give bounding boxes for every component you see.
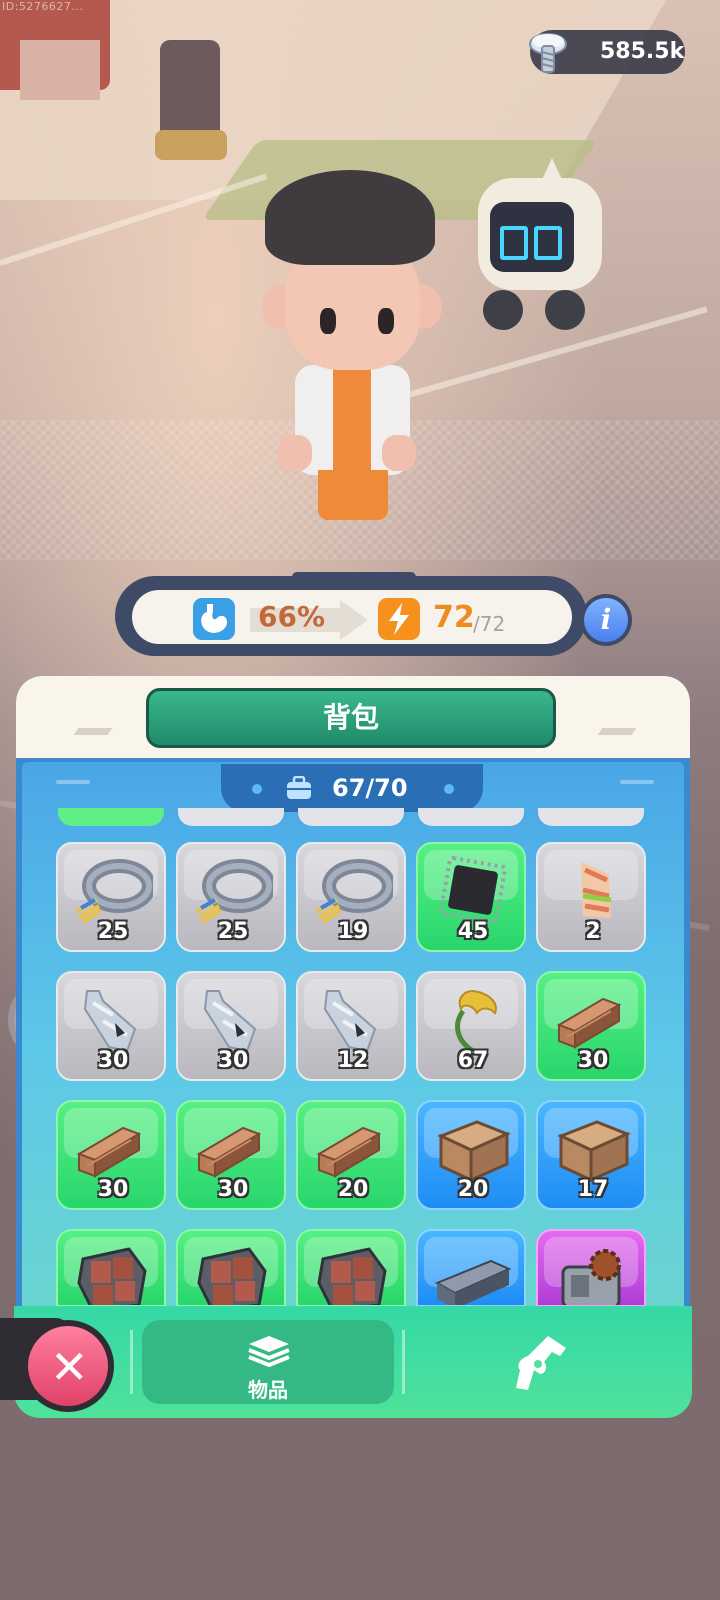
inventory-slot-plastic-bottle[interactable]: 12 [296,971,406,1081]
chip-icon [439,856,507,924]
panel-title: 背包 [322,701,379,734]
lightning-icon [378,598,420,640]
energy-current: 72 [433,600,475,635]
inventory-slot-wood-planks[interactable]: 30 [536,971,646,1081]
wooden-crate-icon [437,1120,511,1183]
capacity-dot [444,784,454,794]
inventory-slot-steel-beam[interactable] [416,1229,526,1307]
inventory-slot-wood-planks[interactable]: 20 [296,1100,406,1210]
inventory-slot-wooden-crate[interactable]: 17 [536,1100,646,1210]
inventory-slot-dried-plant[interactable]: 67 [416,971,526,1081]
item-quantity: 30 [97,1048,129,1073]
robot-eye [534,226,562,260]
cable-icon [315,859,393,924]
backpack-icon [287,776,311,799]
inventory-slot-cable[interactable]: 19 [296,842,406,952]
item-quantity: 19 [337,919,369,944]
robot-wheel [545,290,585,330]
metal-plate-icon [197,1247,267,1305]
scrolled-slot [178,808,284,826]
close-icon: ✕ [50,1340,89,1394]
character-hair [265,170,435,265]
stall-box [20,40,100,100]
cable-icon [195,859,273,924]
plastic-bottle-icon [203,990,257,1053]
street-post-base [155,130,227,160]
item-quantity: 20 [457,1177,489,1202]
decoration-lines [620,780,654,784]
hunger-percent: 66% [258,600,326,633]
item-quantity: 30 [577,1048,609,1073]
cloth-roll-icon [581,862,612,918]
capacity-dot [252,784,262,794]
cable-icon [75,859,153,924]
info-button[interactable]: i [580,594,632,646]
tab-separator [402,1330,405,1394]
wood-planks-icon [316,1126,382,1178]
close-button[interactable]: ✕ [22,1320,114,1412]
inventory-slot-wooden-crate[interactable]: 20 [416,1100,526,1210]
character-stripe [333,365,371,475]
item-quantity: 67 [457,1048,489,1073]
watermark-id: ID:5276627... [2,0,84,13]
metal-plate-icon [317,1247,387,1305]
stomach-icon [193,598,235,640]
item-quantity: 30 [217,1177,249,1202]
scrolled-slot [58,808,164,826]
layers-icon [248,1336,290,1367]
inventory-slot-gear-engine[interactable] [536,1229,646,1307]
character-hand [278,435,312,471]
plastic-bottle-icon [83,990,137,1053]
inventory-slot-cable[interactable]: 25 [56,842,166,952]
metal-plate-icon [77,1247,147,1305]
item-quantity: 30 [97,1177,129,1202]
steel-beam-icon [434,1259,512,1305]
character-eye [378,308,394,334]
wooden-crate-icon [557,1120,631,1183]
plastic-bottle-icon [323,990,377,1053]
scrolled-slot [418,808,524,826]
item-quantity: 20 [337,1177,369,1202]
dried-plant-icon [455,989,497,1054]
item-quantity: 12 [337,1048,369,1073]
robot-wheel [483,290,523,330]
wood-planks-icon [76,1126,142,1178]
inventory-slot-wood-planks[interactable]: 30 [176,1100,286,1210]
character-eye [320,308,336,334]
info-icon: i [584,598,628,642]
item-quantity: 45 [457,919,489,944]
inventory-slot-plastic-bottle[interactable]: 30 [56,971,166,1081]
inventory-slot-metal-plate[interactable] [296,1229,406,1307]
scrolled-slot [538,808,644,826]
inventory-slot-cloth-roll[interactable]: 2 [536,842,646,952]
gear-engine-icon [561,1249,621,1305]
energy-max: /72 [473,612,506,636]
wood-planks-icon [196,1126,262,1178]
item-quantity: 2 [585,919,601,944]
item-quantity: 25 [97,919,129,944]
capacity-count: 67/70 [332,774,408,802]
inventory-slot-cable[interactable]: 25 [176,842,286,952]
revolver-icon[interactable] [508,1330,570,1394]
character-legs [318,470,388,520]
character-hand [382,435,416,471]
inventory-slot-metal-plate[interactable] [56,1229,166,1307]
inventory-slot-metal-plate[interactable] [176,1229,286,1307]
inventory-slot-chip[interactable]: 45 [416,842,526,952]
wood-planks-icon [556,997,622,1049]
inventory-slot-wood-planks[interactable]: 30 [56,1100,166,1210]
tab-separator [130,1330,133,1394]
item-quantity: 17 [577,1177,609,1202]
bolt-icon [529,33,567,73]
currency-counter[interactable]: 585.5k [529,30,685,74]
currency-value: 585.5k [600,39,685,64]
robot-eye [500,226,528,260]
decoration-lines [56,780,90,784]
scrolled-slot [298,808,404,826]
inventory-slot-plastic-bottle[interactable]: 30 [176,971,286,1081]
close-button-face: ✕ [28,1326,108,1406]
item-quantity: 25 [217,919,249,944]
tab-items-label: 物品 [248,1378,288,1402]
item-quantity: 30 [217,1048,249,1073]
